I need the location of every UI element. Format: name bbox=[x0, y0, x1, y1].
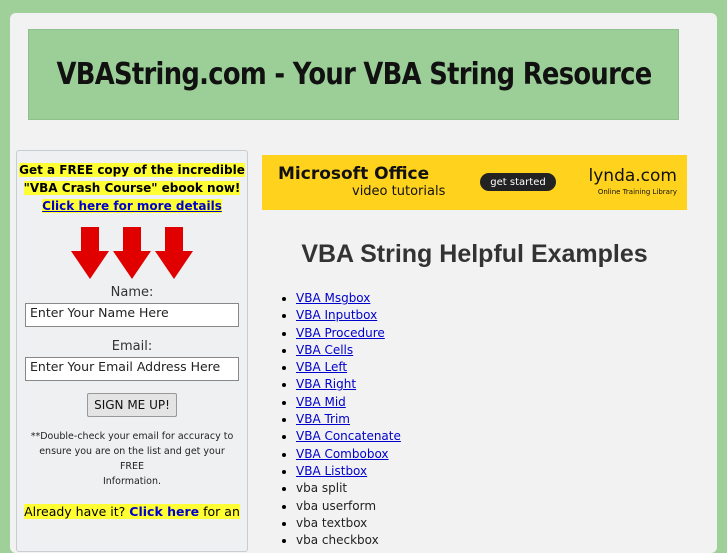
ad-brand: lynda.com Online Training Library bbox=[589, 166, 677, 196]
down-arrow-icon bbox=[113, 227, 151, 279]
list-item: VBA Left bbox=[296, 359, 401, 376]
promo-details-link[interactable]: Click here for more details bbox=[42, 199, 222, 213]
list-item: VBA Trim bbox=[296, 411, 401, 428]
note-line-2: ensure you are on the list and get your … bbox=[39, 446, 225, 472]
example-text: vba checkbox bbox=[296, 533, 379, 548]
email-note: **Double-check your email for accuracy t… bbox=[27, 429, 237, 489]
example-link[interactable]: VBA Msgbox bbox=[296, 291, 370, 305]
list-item: VBA Listbox bbox=[296, 463, 401, 480]
name-label: Name: bbox=[110, 285, 154, 300]
list-item: VBA Inputbox bbox=[296, 307, 401, 324]
example-text: vba textbox bbox=[296, 515, 368, 530]
list-item: VBA Combobox bbox=[296, 446, 401, 463]
email-label: Email: bbox=[111, 339, 153, 354]
ad-get-started-button[interactable]: get started bbox=[480, 173, 556, 191]
ad-brand-name: lynda.com bbox=[588, 166, 677, 186]
already-prefix: Already have it? bbox=[24, 504, 126, 519]
ad-text: Microsoft Office video tutorials bbox=[278, 164, 445, 199]
example-link[interactable]: VBA Combobox bbox=[296, 447, 389, 461]
ad-title: Microsoft Office bbox=[278, 164, 430, 184]
list-item: VBA Cells bbox=[296, 342, 401, 359]
example-link[interactable]: VBA Procedure bbox=[296, 326, 385, 340]
list-item: vba checkbox bbox=[296, 532, 401, 549]
email-field[interactable]: Enter Your Email Address Here bbox=[25, 357, 239, 381]
example-link[interactable]: VBA Mid bbox=[296, 395, 346, 409]
examples-heading: VBA String Helpful Examples bbox=[301, 240, 648, 268]
list-item: vba textbox bbox=[296, 515, 401, 532]
example-link[interactable]: VBA Listbox bbox=[296, 464, 367, 478]
example-link[interactable]: VBA Left bbox=[296, 360, 347, 374]
examples-list: VBA Msgbox VBA Inputbox VBA Procedure VB… bbox=[286, 290, 401, 549]
name-field[interactable]: Enter Your Name Here bbox=[25, 303, 239, 327]
list-item: vba userform bbox=[296, 498, 401, 515]
example-link[interactable]: VBA Trim bbox=[296, 412, 350, 426]
promo-text: Get a FREE copy of the incredible "VBA C… bbox=[17, 161, 247, 215]
note-line-1: **Double-check your email for accuracy t… bbox=[30, 431, 234, 442]
promo-line-2: "VBA Crash Course" ebook now! bbox=[23, 181, 241, 195]
lynda-ad-banner[interactable]: Microsoft Office video tutorials get sta… bbox=[262, 155, 687, 210]
already-have-it: Already have it? Click here for an bbox=[17, 503, 247, 521]
example-text: vba userform bbox=[296, 498, 377, 513]
note-line-3: Information. bbox=[102, 476, 161, 487]
sign-up-button[interactable]: SIGN ME UP! bbox=[87, 393, 177, 417]
list-item: VBA Right bbox=[296, 376, 401, 393]
already-link[interactable]: Click here bbox=[129, 504, 199, 519]
promo-line-1: Get a FREE copy of the incredible bbox=[19, 163, 245, 177]
example-link[interactable]: VBA Cells bbox=[296, 343, 353, 357]
example-text: vba split bbox=[296, 481, 348, 496]
down-arrows bbox=[17, 227, 247, 279]
list-item: VBA Procedure bbox=[296, 325, 401, 342]
signup-sidebar: Get a FREE copy of the incredible "VBA C… bbox=[16, 150, 248, 552]
ad-brand-tagline: Online Training Library bbox=[597, 188, 677, 196]
ad-subtitle: video tutorials bbox=[352, 184, 446, 199]
down-arrow-icon bbox=[71, 227, 109, 279]
example-link[interactable]: VBA Right bbox=[296, 377, 356, 391]
example-link[interactable]: VBA Inputbox bbox=[296, 308, 377, 322]
list-item: VBA Mid bbox=[296, 394, 401, 411]
list-item: vba split bbox=[296, 480, 401, 497]
header-banner[interactable]: VBAString.com - Your VBA String Resource bbox=[28, 29, 679, 120]
example-link[interactable]: VBA Concatenate bbox=[296, 429, 401, 443]
down-arrow-icon bbox=[155, 227, 193, 279]
list-item: VBA Concatenate bbox=[296, 428, 401, 445]
already-suffix: for an bbox=[203, 504, 240, 519]
site-title: VBAString.com - Your VBA String Resource bbox=[55, 57, 652, 92]
list-item: VBA Msgbox bbox=[296, 290, 401, 307]
